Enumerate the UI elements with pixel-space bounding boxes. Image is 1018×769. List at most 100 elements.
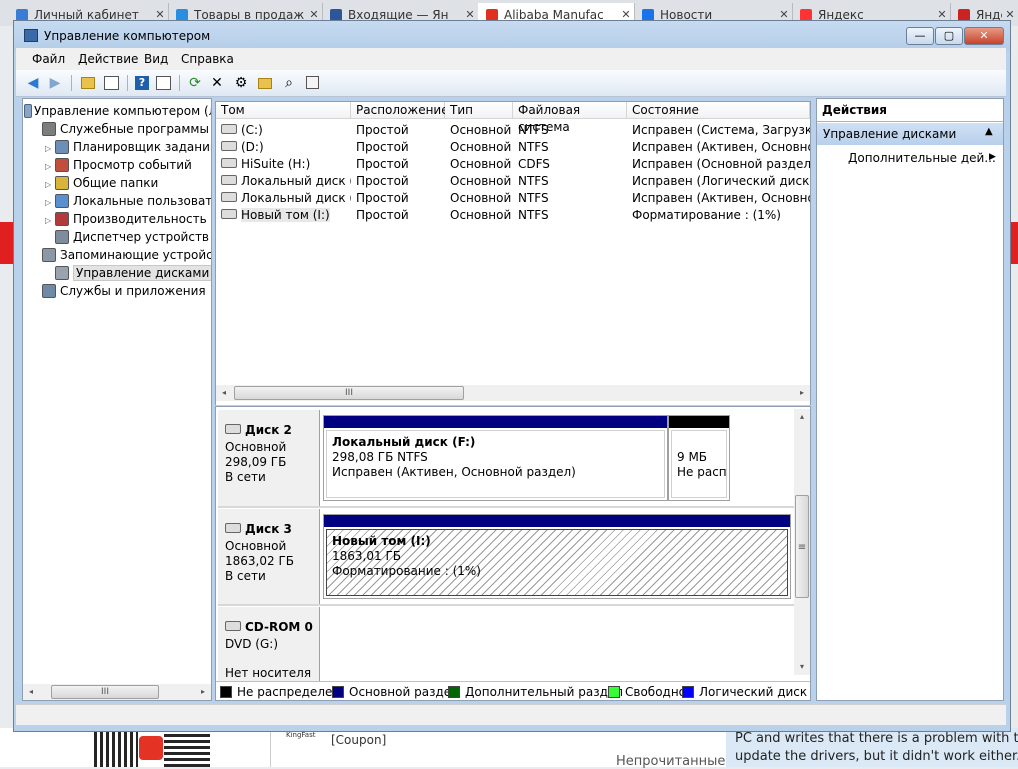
tree-item[interactable]: Служебные программы: [32, 120, 209, 138]
storage-icon: [42, 248, 56, 262]
volume-disk-icon: [221, 158, 237, 168]
title-bar[interactable]: Управление компьютером — ▢ ✕: [14, 21, 1010, 51]
help-icon[interactable]: ?: [133, 74, 151, 92]
table-row[interactable]: Локальный диск (F:) Простой Основной NTFS Ис…: [216, 190, 810, 207]
actions-section-disk-management[interactable]: Управление дисками ▲: [817, 123, 1003, 145]
column-header[interactable]: Расположение: [351, 102, 449, 119]
cell-text: Основной: [450, 191, 512, 205]
properties-icon[interactable]: [155, 74, 173, 92]
legend-swatch: [332, 686, 344, 698]
tab-favicon-icon: [800, 8, 812, 21]
disk-size: 298,09 ГБ: [225, 455, 287, 469]
window-title: Управление компьютером: [44, 29, 211, 43]
back-icon[interactable]: ◀: [24, 74, 42, 92]
device-manager-icon: [55, 230, 69, 244]
volume-list-horizontal-scrollbar[interactable]: ◂ III ▸: [216, 385, 810, 401]
up-folder-icon[interactable]: [79, 74, 97, 92]
disk-label[interactable]: Диск 3 Основной 1863,02 ГБ В сети: [218, 509, 320, 604]
settings-icon[interactable]: ⚙: [232, 74, 250, 92]
disk-status: В сети: [225, 470, 266, 484]
partition-block[interactable]: 9 МБНе распр: [668, 415, 730, 501]
scroll-up-arrow[interactable]: ▴: [794, 409, 810, 425]
scroll-left-arrow[interactable]: ◂: [216, 385, 232, 401]
disk-map-vertical-scrollbar[interactable]: ▴ ≡ ▾: [794, 409, 810, 675]
table-row[interactable]: Локальный диск (E:) Простой Основной NTFS Ис…: [216, 173, 810, 190]
disk-title: Диск 2: [225, 423, 292, 437]
close-button[interactable]: ✕: [964, 27, 1004, 45]
search-icon[interactable]: ⌕: [280, 74, 298, 92]
refresh-icon[interactable]: ⟳: [186, 74, 204, 92]
partition-name: Локальный диск (F:): [332, 435, 476, 449]
actions-more-item[interactable]: Дополнительные дей... ▶: [817, 149, 1003, 167]
cell-text: Исправен (Активен, Основной р: [632, 140, 810, 154]
table-row[interactable]: (C:) Простой Основной NTFS Исправен (Система…: [216, 122, 810, 139]
tree-horizontal-scrollbar[interactable]: ◂ III ▸: [23, 684, 211, 700]
scroll-down-arrow[interactable]: ▾: [794, 659, 810, 675]
forward-icon[interactable]: ▶: [46, 74, 64, 92]
table-cell: (D:): [216, 139, 351, 156]
tab-favicon-icon: [16, 8, 28, 21]
table-row[interactable]: (D:) Простой Основной NTFS Исправен (Активен…: [216, 139, 810, 156]
scroll-right-arrow[interactable]: ▸: [794, 385, 810, 401]
tree-item[interactable]: Запоминающие устройства: [32, 246, 211, 264]
tree-item[interactable]: ▷ Общие папки: [45, 174, 158, 192]
cell-text: Простой: [356, 140, 409, 154]
scroll-thumb[interactable]: ≡: [795, 495, 809, 598]
delete-icon[interactable]: ✕: [208, 74, 226, 92]
maximize-button[interactable]: ▢: [935, 27, 963, 45]
disk-label[interactable]: CD-ROM 0 DVD (G:) Нет носителя: [218, 607, 320, 687]
cell-text: NTFS: [518, 123, 549, 137]
disk-kind: Основной: [225, 539, 287, 553]
show-hide-tree-icon[interactable]: [103, 74, 121, 92]
menu-view[interactable]: Вид: [144, 52, 168, 66]
tree-item[interactable]: ▷ Планировщик заданий: [45, 138, 212, 156]
menu-action[interactable]: Действие: [78, 52, 138, 66]
minimize-button[interactable]: —: [906, 27, 934, 45]
scroll-thumb[interactable]: III: [234, 386, 464, 400]
open-icon[interactable]: [256, 74, 274, 92]
partition-size: 9 МБ: [677, 450, 708, 464]
partition-block[interactable]: Локальный диск (F:) 298,08 ГБ NTFS Исправе…: [323, 415, 668, 501]
legend-item: Дополнительный раздел: [448, 685, 623, 699]
partition-block[interactable]: Новый том (I:) 1863,01 ГБ Форматирование :…: [323, 514, 791, 599]
scroll-left-arrow[interactable]: ◂: [23, 684, 39, 700]
table-cell: (C:): [216, 122, 351, 139]
tree-item[interactable]: Службы и приложения: [32, 282, 206, 300]
tree-item[interactable]: ▷ Производительность: [45, 210, 207, 228]
cell-text: Простой: [356, 191, 409, 205]
cell-text: Исправен (Логический диск): [632, 174, 810, 188]
tree-item[interactable]: Управление дисками: [45, 264, 211, 282]
bg-coupon-link[interactable]: [Coupon]: [331, 733, 386, 747]
tree-root[interactable]: Управление компьютером (лока: [24, 102, 211, 120]
tree-item[interactable]: Диспетчер устройств: [45, 228, 209, 246]
partition-details: 9 МБНе распр: [671, 430, 727, 498]
tree-item-label: Локальные пользовател: [73, 194, 212, 208]
volume-list: Том Расположение Тип Файловая система Состоя…: [215, 101, 811, 405]
table-row[interactable]: Новый том (I:) Простой Основной NTFS Формати…: [216, 207, 810, 224]
disk-status: В сети: [225, 569, 266, 583]
bg-divider: [270, 728, 271, 767]
table-cell: Основной: [445, 156, 513, 173]
disk-name: Диск 3: [245, 522, 292, 536]
menu-help[interactable]: Справка: [181, 52, 234, 66]
column-header[interactable]: Тип: [445, 102, 513, 119]
tree-item-label: Производительность: [73, 212, 207, 226]
cell-text: HiSuite (H:): [241, 157, 311, 171]
disk-label[interactable]: Диск 2 Основной 298,09 ГБ В сети: [218, 410, 320, 506]
menu-file[interactable]: Файл: [32, 52, 65, 66]
table-cell: Простой: [351, 139, 445, 156]
table-row[interactable]: HiSuite (H:) Простой Основной CDFS Исправен …: [216, 156, 810, 173]
tree-item[interactable]: ▷ Просмотр событий: [45, 156, 192, 174]
scroll-right-arrow[interactable]: ▸: [195, 684, 211, 700]
disk-map: Диск 2 Основной 298,09 ГБ В сети Локальный д…: [215, 406, 811, 701]
scroll-thumb[interactable]: III: [51, 685, 159, 699]
export-icon[interactable]: [304, 74, 322, 92]
column-header[interactable]: Состояние: [627, 102, 810, 119]
column-header[interactable]: Файловая система: [513, 102, 627, 134]
tree-item[interactable]: ▷ Локальные пользовател: [45, 192, 212, 210]
collapse-arrow-icon[interactable]: ▲: [985, 126, 993, 137]
legend-label: Логический диск: [699, 685, 808, 699]
computer-management-icon: [24, 29, 38, 42]
column-header[interactable]: Том: [216, 102, 351, 119]
tree-item-label: Планировщик заданий: [73, 140, 212, 154]
